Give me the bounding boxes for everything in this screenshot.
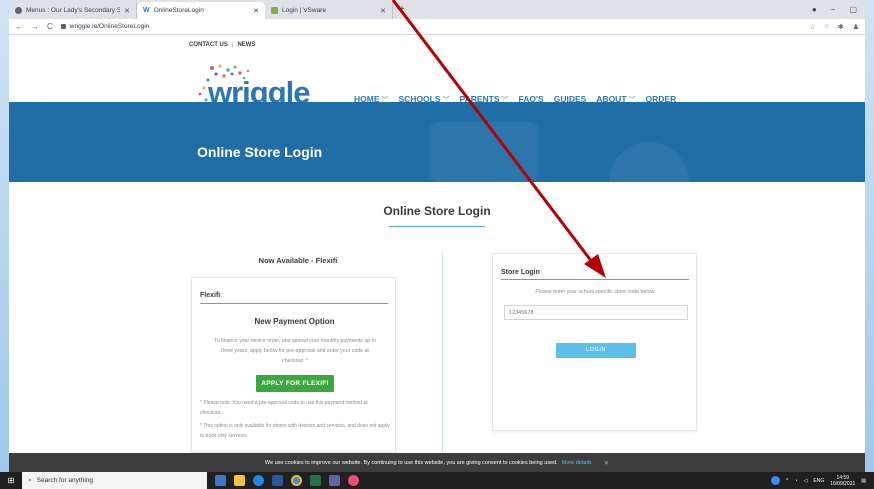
cookie-message: We use cookies to improve our website. B… xyxy=(264,459,558,466)
taskbar-search[interactable]: ⌕ Search for anything xyxy=(22,472,207,489)
payment-option-subtitle: New Payment Option xyxy=(254,317,335,326)
network-icon[interactable]: ◔ xyxy=(795,478,798,484)
window-controls: ● − ▢ xyxy=(812,5,865,14)
tab-title: OnlineStoreLogin xyxy=(153,7,204,14)
word-icon[interactable] xyxy=(272,475,283,486)
tray-chevron-icon[interactable]: ^ xyxy=(786,478,788,484)
extension-icon[interactable]: ○ xyxy=(825,23,829,31)
lock-icon xyxy=(60,24,66,29)
flexifi-heading: Now Available - Flexifi xyxy=(258,256,338,265)
url-field[interactable]: wriggle.ie/OnlineStoreLogin xyxy=(60,23,150,30)
reload-icon[interactable]: C xyxy=(47,22,53,31)
taskbar-pinned-apps xyxy=(215,475,359,486)
windows-taskbar: ⊞ ⌕ Search for anything ^ ◔ ◁ ENG 14:59 … xyxy=(0,472,874,489)
browser-tab-strip: Menus : Our Lady's Secondary S ✕ W Onlin… xyxy=(9,0,865,19)
close-tab-icon[interactable]: ✕ xyxy=(380,7,386,15)
contact-us-link[interactable]: CONTACT US xyxy=(189,42,228,48)
banner-decoration xyxy=(609,142,689,182)
globe-icon xyxy=(15,7,22,14)
system-tray: ^ ◔ ◁ ENG 14:59 16/09/2021 ▤ xyxy=(771,475,874,487)
flexifi-card-title: Flexifi xyxy=(200,292,221,299)
task-view-icon[interactable] xyxy=(215,475,226,486)
url-text: wriggle.ie/OnlineStoreLogin xyxy=(69,23,150,30)
store-code-input[interactable] xyxy=(504,305,688,320)
new-tab-button[interactable]: + xyxy=(399,4,405,15)
store-code-instructions: Please enter your school specific store … xyxy=(535,289,656,295)
app-icon[interactable] xyxy=(348,475,359,486)
tray-app-icon[interactable] xyxy=(771,476,781,485)
flexifi-note-preapproval: * Please note: You need a pre-approval c… xyxy=(200,400,368,416)
account-icon[interactable]: ♟ xyxy=(853,23,859,31)
banner-decoration xyxy=(429,122,539,182)
notifications-icon[interactable]: ▤ xyxy=(861,478,866,484)
web-page: CONTACT US | NEWS wriggle HOME ﹀ SCHOOLS ﹀… xyxy=(9,35,865,453)
wriggle-favicon-icon: W xyxy=(143,7,150,14)
banner-title: Online Store Login xyxy=(197,144,323,160)
volume-icon[interactable]: ◁ xyxy=(804,478,808,484)
vsware-favicon-icon xyxy=(271,7,278,14)
close-tab-icon[interactable]: ✕ xyxy=(253,7,259,15)
cookie-consent-bar: We use cookies to improve our website. B… xyxy=(9,453,865,472)
top-utility-nav: CONTACT US | NEWS xyxy=(189,42,255,48)
column-divider xyxy=(442,253,443,453)
address-bar: ← → C wriggle.ie/OnlineStoreLogin ☆ ○ ✱ … xyxy=(9,19,865,35)
minimize-icon[interactable]: − xyxy=(831,5,836,14)
close-tab-icon[interactable]: ✕ xyxy=(124,7,130,15)
page-banner xyxy=(9,102,865,182)
clock-date: 16/09/2021 xyxy=(830,480,856,487)
excel-icon[interactable] xyxy=(310,475,321,486)
puzzle-icon[interactable]: ✱ xyxy=(838,23,844,31)
screen-border-left xyxy=(0,0,9,489)
flexifi-card: Flexifi New Payment Option To finance yo… xyxy=(191,277,396,453)
language-indicator[interactable]: ENG xyxy=(813,478,824,484)
chrome-icon[interactable] xyxy=(291,475,302,486)
flexifi-note-devices: * This option is only available for stor… xyxy=(200,423,390,439)
section-title-underline xyxy=(389,226,485,227)
taskbar-search-placeholder: Search for anything xyxy=(36,477,94,484)
windows-start-icon[interactable]: ⊞ xyxy=(0,476,22,485)
flexifi-description: To finance your device order, and spread… xyxy=(214,338,376,364)
browser-tab-vsware[interactable]: Login | VSware ✕ xyxy=(265,2,393,19)
search-icon: ⌕ xyxy=(28,476,32,484)
login-button[interactable]: LOGIN xyxy=(556,343,636,358)
bookmark-star-icon[interactable]: ☆ xyxy=(809,23,815,31)
tab-title: Login | VSware xyxy=(282,7,326,14)
store-login-title: Store Login xyxy=(501,269,540,276)
edge-icon[interactable] xyxy=(253,475,264,486)
browser-tab-onlinestorelogin[interactable]: W OnlineStoreLogin ✕ xyxy=(137,2,265,19)
back-arrow-icon[interactable]: ← xyxy=(15,22,23,31)
cookie-more-details-link[interactable]: More details xyxy=(562,460,592,466)
news-link[interactable]: NEWS xyxy=(237,42,255,48)
maximize-icon[interactable]: ▢ xyxy=(849,5,857,14)
screen-border-right xyxy=(865,0,874,489)
apply-for-flexifi-button[interactable]: APPLY FOR FLEXIFI xyxy=(256,375,334,392)
cookie-close-icon[interactable]: ✕ xyxy=(604,459,609,467)
tab-title: Menus : Our Lady's Secondary S xyxy=(26,7,121,14)
card-title-underline xyxy=(200,303,388,304)
card-title-underline xyxy=(501,279,689,280)
store-login-card: Store Login Please enter your school spe… xyxy=(492,253,697,431)
clock[interactable]: 14:59 16/09/2021 xyxy=(830,475,855,487)
forward-arrow-icon[interactable]: → xyxy=(31,22,39,31)
profile-icon[interactable]: ● xyxy=(812,5,817,14)
nav-separator: | xyxy=(231,42,234,48)
teams-icon[interactable] xyxy=(329,475,340,486)
browser-tab-menus[interactable]: Menus : Our Lady's Secondary S ✕ xyxy=(9,2,137,19)
section-title: Online Store Login xyxy=(383,204,491,218)
file-explorer-icon[interactable] xyxy=(234,475,245,486)
address-bar-actions: ☆ ○ ✱ ♟ xyxy=(809,23,859,31)
